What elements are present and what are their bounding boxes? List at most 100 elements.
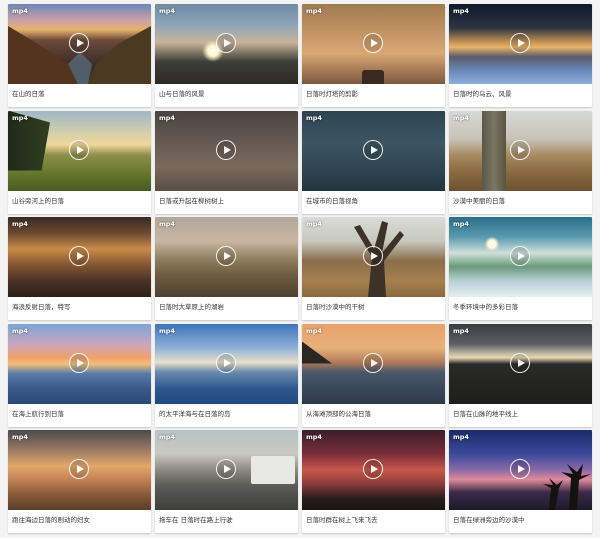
video-card[interactable]: mp4 日落时群在树上飞来飞去 — [302, 430, 445, 533]
video-title[interactable]: 日落时沙漠中的干树 — [306, 301, 443, 311]
video-thumbnail[interactable]: mp4 — [8, 323, 151, 404]
video-title[interactable]: 日落时的乌云、风景 — [453, 88, 590, 98]
video-card[interactable]: mp4 日落在山脉的地平线上 — [449, 323, 592, 427]
video-card[interactable]: mp4 日落在绿洲旁边的沙漠中 — [449, 430, 592, 533]
video-card[interactable]: mp4 日落时灯塔的剪影 — [302, 4, 445, 107]
format-badge: mp4 — [159, 220, 175, 228]
video-grid: mp4 在山的日落 mp4 山与日落的风景 mp4 日落时灯塔的剪影 mp4 日… — [8, 4, 592, 533]
format-badge: mp4 — [453, 113, 469, 122]
play-icon[interactable] — [363, 459, 383, 479]
video-title[interactable]: 在海上航行到日落 — [12, 408, 149, 418]
video-thumbnail[interactable]: mp4 — [8, 217, 151, 297]
play-icon[interactable] — [510, 33, 530, 53]
format-badge: mp4 — [159, 326, 175, 335]
video-title[interactable]: 海浪反射日落，特写 — [12, 301, 149, 311]
video-title[interactable]: 日落时大草原上的湖岩 — [159, 301, 296, 311]
play-icon[interactable] — [69, 352, 89, 373]
video-title[interactable]: 日落在绿洲旁边的沙漠中 — [453, 514, 590, 524]
video-card[interactable]: mp4 日落时沙漠中的干树 — [302, 217, 445, 320]
play-icon[interactable] — [363, 246, 383, 266]
format-badge: mp4 — [306, 220, 322, 228]
video-title[interactable]: 拖车在 日落时在路上行驶 — [159, 514, 296, 524]
play-icon[interactable] — [69, 139, 89, 160]
video-card[interactable]: mp4 在城市的日落视角 — [302, 110, 445, 214]
format-badge: mp4 — [453, 7, 469, 15]
play-icon[interactable] — [69, 459, 89, 479]
video-thumbnail[interactable]: mp4 — [155, 323, 298, 404]
play-icon[interactable] — [216, 246, 236, 266]
video-card[interactable]: mp4 海浪反射日落，特写 — [8, 217, 151, 320]
video-card[interactable]: mp4 拖车在 日落时在路上行驶 — [155, 430, 298, 533]
video-thumbnail[interactable]: mp4 — [302, 323, 445, 404]
play-icon[interactable] — [216, 459, 236, 479]
video-title[interactable]: 日落或升起在柳树树上 — [159, 195, 296, 205]
video-title[interactable]: 山与日落的风景 — [159, 88, 296, 98]
video-title[interactable]: 在山的日落 — [12, 88, 149, 98]
format-badge: mp4 — [159, 7, 175, 15]
format-badge: mp4 — [12, 113, 28, 122]
video-title[interactable]: 日落在山脉的地平线上 — [453, 408, 590, 418]
play-icon[interactable] — [69, 33, 89, 53]
play-icon[interactable] — [216, 352, 236, 373]
video-thumbnail[interactable]: mp4 — [155, 430, 298, 510]
play-icon[interactable] — [510, 139, 530, 160]
play-icon[interactable] — [510, 459, 530, 479]
video-thumbnail[interactable]: mp4 — [302, 217, 445, 297]
video-thumbnail[interactable]: mp4 — [449, 4, 592, 84]
play-icon[interactable] — [510, 246, 530, 266]
video-title[interactable]: 山谷旁河上的日落 — [12, 195, 149, 205]
play-icon[interactable] — [510, 352, 530, 373]
video-thumbnail[interactable]: mp4 — [302, 4, 445, 84]
video-title[interactable]: 冬季环境中的多彩日落 — [453, 301, 590, 311]
video-thumbnail[interactable]: mp4 — [8, 4, 151, 84]
video-thumbnail[interactable]: mp4 — [449, 323, 592, 404]
video-title[interactable]: 日落时群在树上飞来飞去 — [306, 514, 443, 524]
video-thumbnail[interactable]: mp4 — [302, 110, 445, 191]
play-icon[interactable] — [363, 33, 383, 53]
format-badge: mp4 — [453, 433, 469, 441]
video-card[interactable]: mp4 冬季环境中的多彩日落 — [449, 217, 592, 320]
video-thumbnail[interactable]: mp4 — [155, 4, 298, 84]
format-badge: mp4 — [453, 326, 469, 335]
video-card[interactable]: mp4 在海上航行到日落 — [8, 323, 151, 427]
video-thumbnail[interactable]: mp4 — [8, 110, 151, 191]
video-thumbnail[interactable]: mp4 — [155, 217, 298, 297]
format-badge: mp4 — [12, 433, 28, 441]
format-badge: mp4 — [453, 220, 469, 228]
video-title[interactable]: 跑往海边日落的剧动的妇女 — [12, 514, 149, 524]
video-card[interactable]: mp4 跑往海边日落的剧动的妇女 — [8, 430, 151, 533]
video-card[interactable]: mp4 沙漠中美丽的日落 — [449, 110, 592, 214]
play-icon[interactable] — [363, 139, 383, 160]
video-thumbnail[interactable]: mp4 — [449, 217, 592, 297]
video-card[interactable]: mp4 山与日落的风景 — [155, 4, 298, 107]
format-badge: mp4 — [12, 220, 28, 228]
video-card[interactable]: mp4 在山的日落 — [8, 4, 151, 107]
video-title[interactable]: 在城市的日落视角 — [306, 195, 443, 205]
video-title[interactable]: 沙漠中美丽的日落 — [453, 195, 590, 205]
video-thumbnail[interactable]: mp4 — [155, 110, 298, 191]
video-card[interactable]: mp4 山谷旁河上的日落 — [8, 110, 151, 214]
video-thumbnail[interactable]: mp4 — [449, 110, 592, 191]
video-card[interactable]: mp4 日落时的乌云、风景 — [449, 4, 592, 107]
format-badge: mp4 — [306, 326, 322, 335]
video-title[interactable]: 日落时灯塔的剪影 — [306, 88, 443, 98]
play-icon[interactable] — [69, 246, 89, 266]
video-card[interactable]: mp4 从海滩顶部的公海日落 — [302, 323, 445, 427]
video-card[interactable]: mp4 日落或升起在柳树树上 — [155, 110, 298, 214]
video-thumbnail[interactable]: mp4 — [302, 430, 445, 510]
format-badge: mp4 — [306, 113, 322, 122]
format-badge: mp4 — [12, 7, 28, 15]
format-badge: mp4 — [159, 113, 175, 122]
video-card[interactable]: mp4 的太平洋海与在日落的岛 — [155, 323, 298, 427]
format-badge: mp4 — [159, 433, 175, 441]
video-title[interactable]: 的太平洋海与在日落的岛 — [159, 408, 296, 418]
play-icon[interactable] — [363, 352, 383, 373]
video-title[interactable]: 从海滩顶部的公海日落 — [306, 408, 443, 418]
video-thumbnail[interactable]: mp4 — [449, 430, 592, 510]
format-badge: mp4 — [306, 7, 322, 15]
video-thumbnail[interactable]: mp4 — [8, 430, 151, 510]
play-icon[interactable] — [216, 139, 236, 160]
video-card[interactable]: mp4 日落时大草原上的湖岩 — [155, 217, 298, 320]
play-icon[interactable] — [216, 33, 236, 53]
format-badge: mp4 — [306, 433, 322, 441]
